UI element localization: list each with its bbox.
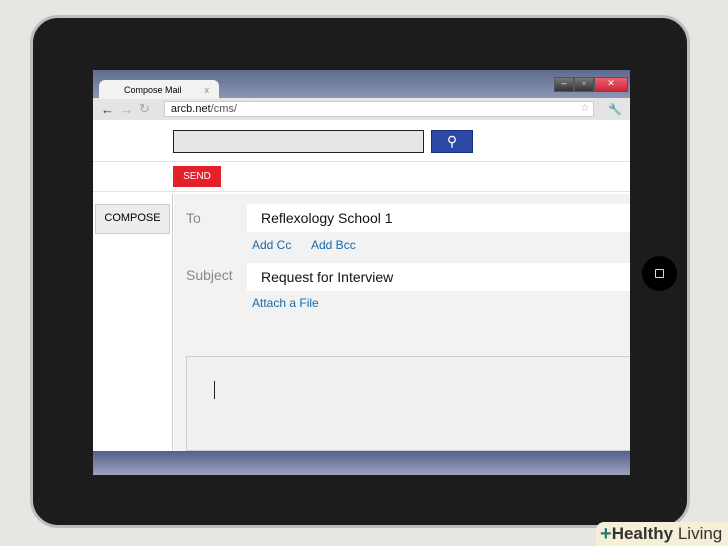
tab-title: Compose Mail — [124, 84, 182, 95]
to-label: To — [186, 210, 201, 226]
browser-window: Compose Mail x – ▫ ✕ ← → ↻ arcb.net/cms/… — [93, 70, 630, 475]
title-bar: Compose Mail x – ▫ ✕ — [93, 70, 630, 99]
wrench-icon[interactable]: 🔧 — [608, 103, 622, 116]
compose-button[interactable]: COMPOSE — [95, 204, 170, 234]
text-cursor — [214, 381, 215, 399]
address-bar[interactable]: arcb.net/cms/ ☆ — [163, 101, 595, 117]
star-icon[interactable]: ☆ — [580, 102, 589, 116]
minimize-button[interactable]: – — [554, 77, 574, 92]
brand-light: Living — [673, 524, 723, 543]
square-icon — [655, 269, 664, 278]
sidebar: COMPOSE — [93, 194, 173, 451]
compose-form: To Reflexology School 1 Add Cc Add Bcc S… — [174, 194, 630, 451]
attach-file-link[interactable]: Attach a File — [252, 296, 319, 310]
to-field[interactable]: Reflexology School 1 — [247, 204, 630, 232]
send-button[interactable]: SEND — [173, 166, 221, 187]
tab-compose-mail[interactable]: Compose Mail x — [99, 80, 219, 99]
home-button[interactable] — [642, 256, 677, 291]
footer-bar — [93, 451, 630, 475]
subject-field[interactable]: Request for Interview — [247, 263, 630, 291]
search-button[interactable]: ⚲ — [431, 130, 473, 153]
add-cc-link[interactable]: Add Cc — [252, 238, 291, 252]
add-bcc-link[interactable]: Add Bcc — [311, 238, 356, 252]
key-icon: ⚲ — [446, 133, 458, 149]
brand-bold: Healthy — [611, 524, 674, 543]
maximize-button[interactable]: ▫ — [574, 77, 594, 92]
healthy-living-logo: + Healthy Living — [596, 522, 728, 546]
url-domain: arcb.net — [170, 103, 211, 115]
plus-icon: + — [600, 522, 612, 545]
search-input[interactable] — [173, 130, 424, 153]
nav-bar: ← → ↻ arcb.net/cms/ ☆ 🔧 — [93, 98, 630, 120]
reload-icon[interactable]: ↻ — [139, 101, 150, 117]
url-path: /cms/ — [210, 103, 237, 115]
back-icon[interactable]: ← — [101, 102, 114, 117]
close-button[interactable]: ✕ — [594, 77, 628, 92]
forward-icon[interactable]: → — [120, 102, 133, 117]
tab-close-icon[interactable]: x — [205, 85, 210, 95]
subject-label: Subject — [186, 267, 233, 283]
message-body[interactable] — [186, 356, 630, 451]
